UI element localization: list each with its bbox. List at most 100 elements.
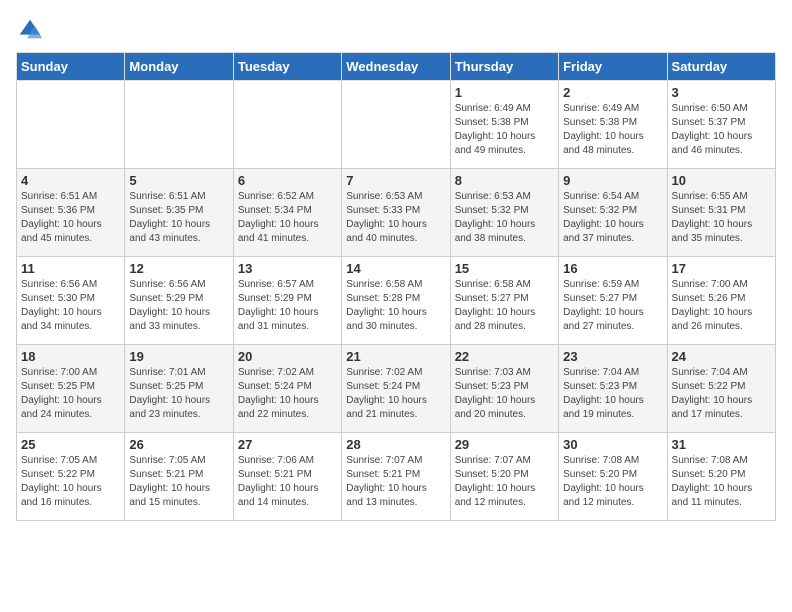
weekday-header-sunday: Sunday: [17, 53, 125, 81]
page-header: [16, 16, 776, 44]
day-info: Sunrise: 7:03 AM Sunset: 5:23 PM Dayligh…: [455, 366, 554, 422]
day-info: Sunrise: 7:04 AM Sunset: 5:22 PM Dayligh…: [672, 366, 771, 422]
day-info: Sunrise: 6:49 AM Sunset: 5:38 PM Dayligh…: [455, 102, 554, 158]
day-info: Sunrise: 6:55 AM Sunset: 5:31 PM Dayligh…: [672, 190, 771, 246]
day-number: 4: [21, 173, 120, 188]
day-number: 8: [455, 173, 554, 188]
calendar-table: SundayMondayTuesdayWednesdayThursdayFrid…: [16, 52, 776, 521]
day-info: Sunrise: 7:01 AM Sunset: 5:25 PM Dayligh…: [129, 366, 228, 422]
day-info: Sunrise: 6:51 AM Sunset: 5:36 PM Dayligh…: [21, 190, 120, 246]
day-number: 19: [129, 349, 228, 364]
day-number: 16: [563, 261, 662, 276]
calendar-cell: 21Sunrise: 7:02 AM Sunset: 5:24 PM Dayli…: [342, 345, 450, 433]
day-number: 2: [563, 85, 662, 100]
day-number: 10: [672, 173, 771, 188]
calendar-cell: [125, 81, 233, 169]
calendar-cell: [17, 81, 125, 169]
day-info: Sunrise: 7:05 AM Sunset: 5:21 PM Dayligh…: [129, 454, 228, 510]
day-number: 21: [346, 349, 445, 364]
calendar-cell: 29 Sunrise: 7:07 AM Sunset: 5:20 PM Dayli…: [450, 433, 558, 521]
calendar-cell: 1 Sunrise: 6:49 AM Sunset: 5:38 PM Daylig…: [450, 81, 558, 169]
day-number: 20: [238, 349, 337, 364]
day-number: 3: [672, 85, 771, 100]
day-info: Sunrise: 6:52 AM Sunset: 5:34 PM Dayligh…: [238, 190, 337, 246]
weekday-header-friday: Friday: [559, 53, 667, 81]
weekday-header-monday: Monday: [125, 53, 233, 81]
calendar-cell: [342, 81, 450, 169]
calendar-cell: 16 Sunrise: 6:59 AM Sunset: 5:27 PM Dayli…: [559, 257, 667, 345]
calendar-cell: 27 Sunrise: 7:06 AM Sunset: 5:21 PM Dayli…: [233, 433, 341, 521]
logo-icon: [16, 16, 44, 44]
calendar-cell: 4 Sunrise: 6:51 AM Sunset: 5:36 PM Daylig…: [17, 169, 125, 257]
weekday-header-thursday: Thursday: [450, 53, 558, 81]
calendar-cell: 10 Sunrise: 6:55 AM Sunset: 5:31 PM Dayli…: [667, 169, 775, 257]
day-number: 12: [129, 261, 228, 276]
calendar-cell: 17 Sunrise: 7:00 AM Sunset: 5:26 PM Dayli…: [667, 257, 775, 345]
calendar-cell: 3 Sunrise: 6:50 AM Sunset: 5:37 PM Daylig…: [667, 81, 775, 169]
calendar-cell: 15 Sunrise: 6:58 AM Sunset: 5:27 PM Dayli…: [450, 257, 558, 345]
day-info: Sunrise: 7:02 AM Sunset: 5:24 PM Dayligh…: [238, 366, 337, 422]
day-info: Sunrise: 7:07 AM Sunset: 5:21 PM Dayligh…: [346, 454, 445, 510]
calendar-cell: 8 Sunrise: 6:53 AM Sunset: 5:32 PM Daylig…: [450, 169, 558, 257]
day-info: Sunrise: 6:58 AM Sunset: 5:27 PM Dayligh…: [455, 278, 554, 334]
calendar-cell: 22 Sunrise: 7:03 AM Sunset: 5:23 PM Dayli…: [450, 345, 558, 433]
day-number: 15: [455, 261, 554, 276]
day-info: Sunrise: 7:00 AM Sunset: 5:26 PM Dayligh…: [672, 278, 771, 334]
day-info: Sunrise: 7:06 AM Sunset: 5:21 PM Dayligh…: [238, 454, 337, 510]
calendar-cell: [233, 81, 341, 169]
day-number: 11: [21, 261, 120, 276]
day-number: 28: [346, 437, 445, 452]
day-number: 24: [672, 349, 771, 364]
day-info: Sunrise: 7:07 AM Sunset: 5:20 PM Dayligh…: [455, 454, 554, 510]
calendar-cell: 13 Sunrise: 6:57 AM Sunset: 5:29 PM Dayli…: [233, 257, 341, 345]
day-number: 29: [455, 437, 554, 452]
calendar-cell: 31 Sunrise: 7:08 AM Sunset: 5:20 PM Dayli…: [667, 433, 775, 521]
calendar-cell: 30 Sunrise: 7:08 AM Sunset: 5:20 PM Dayli…: [559, 433, 667, 521]
day-number: 1: [455, 85, 554, 100]
day-info: Sunrise: 6:54 AM Sunset: 5:32 PM Dayligh…: [563, 190, 662, 246]
day-number: 5: [129, 173, 228, 188]
calendar-cell: 28 Sunrise: 7:07 AM Sunset: 5:21 PM Dayli…: [342, 433, 450, 521]
day-info: Sunrise: 6:57 AM Sunset: 5:29 PM Dayligh…: [238, 278, 337, 334]
day-info: Sunrise: 6:56 AM Sunset: 5:29 PM Dayligh…: [129, 278, 228, 334]
day-info: Sunrise: 6:51 AM Sunset: 5:35 PM Dayligh…: [129, 190, 228, 246]
calendar-cell: 5 Sunrise: 6:51 AM Sunset: 5:35 PM Daylig…: [125, 169, 233, 257]
day-number: 25: [21, 437, 120, 452]
calendar-cell: 6 Sunrise: 6:52 AM Sunset: 5:34 PM Daylig…: [233, 169, 341, 257]
calendar-cell: 12 Sunrise: 6:56 AM Sunset: 5:29 PM Dayli…: [125, 257, 233, 345]
calendar-cell: 25 Sunrise: 7:05 AM Sunset: 5:22 PM Dayli…: [17, 433, 125, 521]
day-info: Sunrise: 7:05 AM Sunset: 5:22 PM Dayligh…: [21, 454, 120, 510]
day-info: Sunrise: 6:50 AM Sunset: 5:37 PM Dayligh…: [672, 102, 771, 158]
day-info: Sunrise: 7:08 AM Sunset: 5:20 PM Dayligh…: [672, 454, 771, 510]
day-info: Sunrise: 6:56 AM Sunset: 5:30 PM Dayligh…: [21, 278, 120, 334]
calendar-cell: 19 Sunrise: 7:01 AM Sunset: 5:25 PM Dayli…: [125, 345, 233, 433]
calendar-cell: 14Sunrise: 6:58 AM Sunset: 5:28 PM Dayli…: [342, 257, 450, 345]
day-number: 23: [563, 349, 662, 364]
calendar-cell: 20 Sunrise: 7:02 AM Sunset: 5:24 PM Dayli…: [233, 345, 341, 433]
day-info: Sunrise: 6:49 AM Sunset: 5:38 PM Dayligh…: [563, 102, 662, 158]
day-info: Sunrise: 6:59 AM Sunset: 5:27 PM Dayligh…: [563, 278, 662, 334]
day-number: 9: [563, 173, 662, 188]
day-number: 31: [672, 437, 771, 452]
day-number: 18: [21, 349, 120, 364]
day-number: 22: [455, 349, 554, 364]
calendar-cell: 18 Sunrise: 7:00 AM Sunset: 5:25 PM Dayli…: [17, 345, 125, 433]
logo: [16, 16, 46, 44]
day-info: Sunrise: 7:08 AM Sunset: 5:20 PM Dayligh…: [563, 454, 662, 510]
day-info: Sunrise: 7:00 AM Sunset: 5:25 PM Dayligh…: [21, 366, 120, 422]
day-number: 30: [563, 437, 662, 452]
day-number: 27: [238, 437, 337, 452]
day-number: 13: [238, 261, 337, 276]
calendar-cell: 26 Sunrise: 7:05 AM Sunset: 5:21 PM Dayli…: [125, 433, 233, 521]
day-info: Sunrise: 6:53 AM Sunset: 5:32 PM Dayligh…: [455, 190, 554, 246]
calendar-cell: 7Sunrise: 6:53 AM Sunset: 5:33 PM Daylig…: [342, 169, 450, 257]
weekday-header-wednesday: Wednesday: [342, 53, 450, 81]
day-number: 26: [129, 437, 228, 452]
day-number: 6: [238, 173, 337, 188]
calendar-cell: 23 Sunrise: 7:04 AM Sunset: 5:23 PM Dayli…: [559, 345, 667, 433]
day-number: 17: [672, 261, 771, 276]
day-info: Sunrise: 6:53 AM Sunset: 5:33 PM Dayligh…: [346, 190, 445, 246]
day-info: Sunrise: 6:58 AM Sunset: 5:28 PM Dayligh…: [346, 278, 445, 334]
day-info: Sunrise: 7:04 AM Sunset: 5:23 PM Dayligh…: [563, 366, 662, 422]
calendar-cell: 2 Sunrise: 6:49 AM Sunset: 5:38 PM Daylig…: [559, 81, 667, 169]
